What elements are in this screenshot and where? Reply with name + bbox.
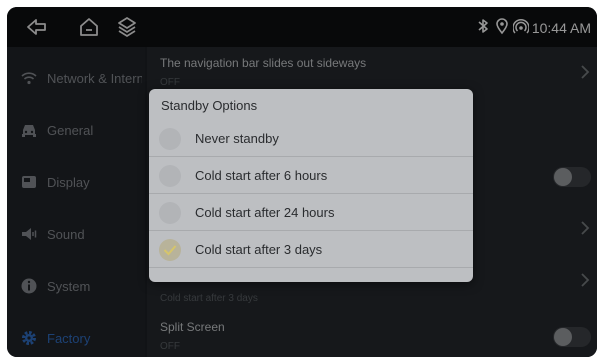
radio-button[interactable] (159, 165, 181, 187)
option-3-days[interactable]: Cold start after 3 days (149, 232, 473, 268)
option-24-hours[interactable]: Cold start after 24 hours (149, 195, 473, 231)
radio-button[interactable] (159, 202, 181, 224)
standby-options-dialog: Standby Options Never standby Cold start… (149, 89, 473, 282)
radio-button-selected[interactable] (159, 239, 181, 261)
option-label: Cold start after 6 hours (195, 168, 328, 183)
option-label: Never standby (195, 131, 279, 146)
check-icon (163, 245, 177, 256)
option-label: Cold start after 24 hours (195, 205, 335, 220)
option-label: Cold start after 3 days (195, 242, 323, 257)
option-never-standby[interactable]: Never standby (149, 121, 473, 157)
dialog-title: Standby Options (161, 98, 258, 113)
option-6-hours[interactable]: Cold start after 6 hours (149, 158, 473, 194)
radio-button[interactable] (159, 128, 181, 150)
